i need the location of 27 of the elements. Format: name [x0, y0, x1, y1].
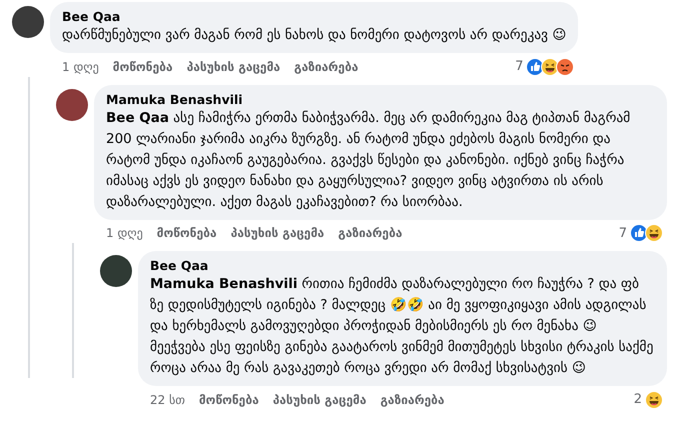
comment-action-link[interactable]: მოწონება [198, 390, 259, 409]
comment-time[interactable]: 1 დღე [106, 224, 143, 242]
comment-action-link[interactable]: პასუხის გაცემა [230, 224, 324, 242]
reaction-count[interactable]: 2 [634, 390, 642, 410]
comment-text: დარწმუნებული ვარ მაგან რომ ეს ნახოს და ნომერი დატოვოს არ დარეკავ 😉 [62, 26, 566, 45]
comment-action-link[interactable]: პასუხის გაცემა [272, 390, 366, 409]
comment-author[interactable]: Bee Qaa [150, 258, 655, 274]
laughing-reaction-icon [645, 224, 663, 242]
avatar[interactable] [100, 255, 132, 287]
comment-action-link[interactable]: გაზიარება [294, 58, 358, 76]
avatar[interactable] [12, 6, 44, 38]
comment-time[interactable]: 1 დღე [62, 58, 99, 76]
comment-action-link[interactable]: მოწონება [112, 58, 173, 76]
angry-reaction-icon [556, 58, 574, 76]
comment-text: Bee Qaa ასე ჩამიჭრა ერთმა ნაბიჭვარმა. მეც არ დამირეკია მაგ ტიპთან მაგრამ 200 ლარიანი ჯარიმა აიკრა ზურგზე. ან რატომ უნდა ეძებოს მაგის ნომერი და რატომ უნდა იკაჩაონ გაუგებარია. გვაქვს წესები და კანონები. იქნებ ვინც ჩაჭრა იმასაც აქვს ეს ვიდეო ნანახი და გაყურსულია? ვიდეო ვინც ატვირთა ის არის დაზარალებული. აქეთ მაგას ეკაჩავებით? რა სიორბაა. [106, 108, 632, 212]
comment-action-link[interactable]: გაზიარება [380, 390, 444, 409]
laughing-reaction-icon [645, 390, 663, 409]
avatar[interactable] [56, 88, 88, 120]
comment-action-link[interactable]: გაზიარება [338, 224, 402, 242]
reaction-count[interactable]: 7 [515, 57, 524, 76]
comment-time[interactable]: 22 სთ [150, 390, 185, 409]
comment-author[interactable]: Bee Qaa [62, 9, 566, 25]
comment-action-link[interactable]: მოწონება [156, 224, 217, 242]
comment-text: Mamuka Benashvili რითია ჩემიძმა დაზარალებული რო ჩაუჭრა ? და ფბ ზე დედისმუტელს იგინება ? მალდეც 🤣🤣 აი მე ვყოფიკიყავი ამის ადგილას და ხერხემალს გამოვუღებდი პროჭიდან მებისმიერს ეს რო მენახა 😉 მეეჭვება ესე ფეისზე გინება გაატაროს ვინმემ მითუმეტეს სხვისი ტრაკის საქმე როცა არაა მე რას გავაკეთებ როცა ვრედი არ მომაქ სხვისატვის 😉 [150, 275, 654, 378]
comment-author[interactable]: Mamuka Benashvili [106, 92, 655, 108]
reaction-count[interactable]: 7 [618, 224, 627, 243]
comment-action-link[interactable]: პასუხის გაცემა [186, 58, 280, 76]
